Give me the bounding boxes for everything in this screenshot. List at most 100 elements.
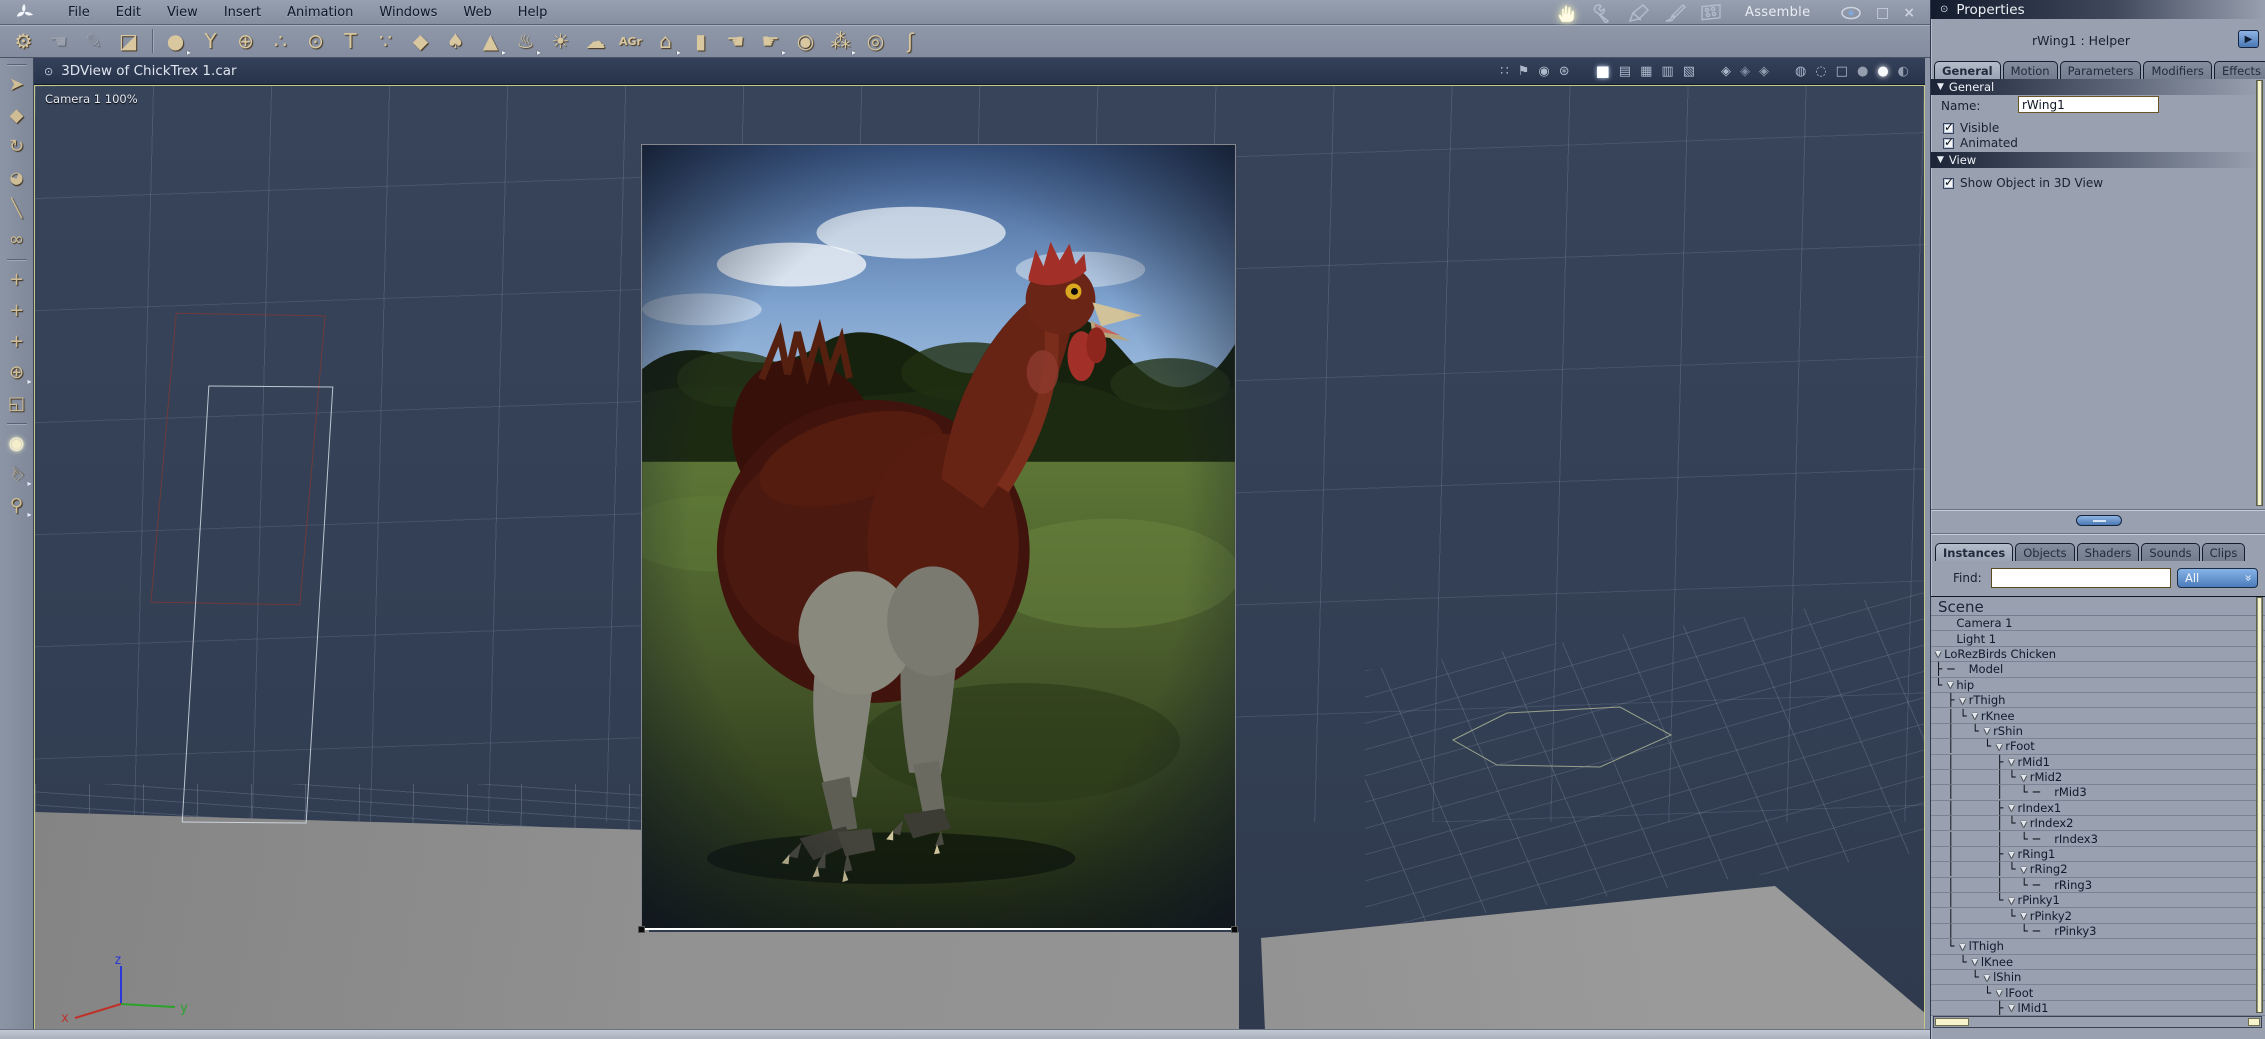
menu-item[interactable]: File [68, 5, 90, 20]
viewport-display-icon[interactable]: ⚑ [1518, 65, 1530, 78]
toolbar-tool-icon[interactable]: ☀ [543, 26, 578, 56]
viewport-display-icon[interactable]: ▥ [1661, 65, 1673, 78]
tree-row[interactable]: └ ▼ lKnee [1931, 955, 2265, 970]
left-tool-icon[interactable]: ◆ [2, 100, 32, 131]
visible-checkbox[interactable]: Visible [1943, 120, 1999, 135]
expand-triangle-icon[interactable]: ▼ [1996, 988, 2002, 997]
expand-triangle-icon[interactable]: ▼ [2008, 803, 2014, 812]
viewport-display-icon[interactable]: ◈ [1740, 65, 1750, 78]
hscroll-end[interactable] [2248, 1018, 2260, 1026]
tree-row[interactable]: │ │ └─ ▼ rRing3 [1931, 878, 2265, 894]
menu-item[interactable]: Animation [287, 5, 353, 20]
properties-tab[interactable]: General [1934, 61, 2001, 79]
texture-pen-icon[interactable] [1627, 3, 1651, 23]
expand-triangle-icon[interactable]: ▼ [2021, 865, 2027, 874]
properties-header[interactable]: ⊙ Properties [1931, 0, 2265, 19]
left-tool-icon[interactable]: ⊕ [2, 357, 32, 388]
left-tool-icon[interactable]: ☝ [2, 459, 31, 490]
menu-item[interactable]: Edit [116, 5, 141, 20]
general-section-header[interactable]: ▼ General [1931, 79, 2260, 95]
tree-row[interactable]: ├─ ▼ Model [1931, 662, 2265, 678]
tree-row[interactable]: │ │ └─ ▼ rIndex3 [1931, 831, 2265, 847]
tree-row[interactable]: │ └ ▼ rPinky2 [1931, 908, 2265, 924]
animated-checkbox[interactable]: Animated [1943, 135, 2018, 150]
left-tool-icon[interactable]: ╲ [2, 193, 32, 224]
tree-row[interactable]: │ └ ▼ rShin [1931, 724, 2265, 740]
browser-tab[interactable]: Sounds [2141, 543, 2200, 561]
filter-dropdown[interactable]: All » [2177, 568, 2258, 588]
bottom-scroll-strip[interactable] [0, 1029, 2265, 1039]
left-tool-icon[interactable] [2, 419, 32, 428]
viewport-display-icon[interactable]: ◍ [1795, 65, 1806, 78]
tree-row[interactable]: │ │ └─ ▼ rMid3 [1931, 785, 2265, 801]
toolbar-tool-icon[interactable]: T [333, 26, 368, 56]
render-film-icon[interactable] [1699, 3, 1723, 23]
expand-triangle-icon[interactable]: ▼ [1959, 942, 1965, 951]
tree-row[interactable]: └ ▼ lThigh [1931, 939, 2265, 955]
expand-triangle-icon[interactable]: ▼ [2021, 773, 2027, 782]
tree-row[interactable]: ├ ▼ rThigh [1931, 693, 2265, 709]
left-tool-icon[interactable]: + [2, 264, 32, 295]
toolbar-tool-icon[interactable]: ♠ [438, 26, 473, 56]
properties-scrollbar[interactable] [2256, 80, 2263, 506]
tree-row[interactable]: ▼ LoRezBirds Chicken [1931, 647, 2265, 663]
left-tool-icon[interactable] [2, 60, 32, 69]
browser-tab[interactable]: Clips [2201, 543, 2246, 561]
left-tool-icon[interactable]: ◉ [2, 428, 32, 459]
toolbar-tool-icon[interactable]: ∴ [263, 26, 298, 56]
toolbar-tool-icon[interactable]: ☛ [753, 26, 788, 57]
toolbar-tool-icon[interactable]: ♨ [508, 26, 543, 57]
panel-arrow-button[interactable]: ▶ [2238, 30, 2259, 48]
toolbar-tool-icon[interactable]: ⊕ [228, 26, 263, 56]
viewport-display-icon[interactable]: ▧ [1683, 65, 1695, 78]
toolbar-tool-icon[interactable]: ◉ [788, 26, 823, 56]
maximize-icon[interactable]: □ [1876, 6, 1889, 20]
wireframe-hexagon[interactable] [1435, 694, 1685, 778]
toolbar-tool-icon[interactable]: ▮ [683, 26, 718, 56]
left-tool-icon[interactable]: ◕ [2, 162, 32, 193]
panel-dot-icon[interactable]: ⊙ [1940, 4, 1948, 15]
browser-tab[interactable]: Shaders [2076, 543, 2140, 561]
tree-row[interactable]: │ └─ ▼ rPinky3 [1931, 924, 2265, 940]
expand-triangle-icon[interactable]: ▼ [2021, 911, 2027, 920]
menu-item[interactable]: Web [463, 5, 491, 20]
expand-triangle-icon[interactable]: ▼ [1935, 649, 1941, 658]
browser-tab[interactable]: Instances [1935, 543, 2014, 561]
left-tool-icon[interactable]: ↻ [2, 131, 32, 162]
left-tool-icon[interactable]: ◱ [2, 388, 32, 419]
browser-tab[interactable]: Objects [2015, 543, 2075, 561]
properties-tab[interactable]: Parameters [2059, 61, 2142, 79]
tree-row[interactable]: │ ├ ▼ rIndex1 [1931, 801, 2265, 817]
menu-item[interactable]: Insert [224, 5, 261, 20]
viewport-display-icon[interactable]: ● [1857, 65, 1868, 78]
toolbar-tool-icon[interactable]: ◆ [403, 26, 438, 56]
menu-item[interactable]: Help [518, 5, 548, 20]
viewport-display-icon[interactable]: ● [1877, 65, 1888, 78]
menu-item[interactable]: View [167, 5, 198, 20]
scene-root-label[interactable]: Scene [1931, 597, 2265, 616]
viewport-display-icon[interactable]: ◉ [1538, 65, 1549, 78]
toolbar-tool-icon[interactable]: ☁ [578, 26, 613, 56]
tree-row[interactable]: │ │└ ▼ rMid2 [1931, 770, 2265, 786]
tree-row[interactable]: │ ├ ▼ rMid1 [1931, 755, 2265, 770]
toolbar-tool-icon[interactable]: ✎ [76, 26, 111, 56]
viewport-display-icon[interactable]: ■ [1596, 64, 1610, 79]
left-tool-icon[interactable]: + [2, 326, 32, 357]
tree-row[interactable]: └ ▼ lShin [1931, 970, 2265, 986]
menu-item[interactable]: Windows [379, 5, 437, 20]
toolbar-tool-icon[interactable]: ◪ [111, 26, 146, 56]
left-tool-icon[interactable] [2, 255, 32, 264]
viewport-display-icon[interactable]: ◌ [1815, 65, 1826, 78]
toolbar-tool-icon[interactable]: ⁂ [823, 26, 858, 57]
name-input[interactable] [2018, 96, 2159, 113]
tree-hscrollbar[interactable] [1933, 1016, 2262, 1028]
expand-triangle-icon[interactable]: ▼ [1972, 711, 1978, 720]
find-input[interactable] [1991, 568, 2171, 588]
tree-row[interactable]: │ └ ▼ rPinky1 [1931, 893, 2265, 909]
left-tool-icon[interactable]: ➤ [2, 69, 32, 100]
shader-brush-icon[interactable] [1663, 3, 1687, 23]
eye-icon[interactable] [1840, 6, 1862, 20]
show-object-checkbox[interactable]: Show Object in 3D View [1943, 175, 2103, 190]
tree-row[interactable]: │ ├ ▼ rRing1 [1931, 847, 2265, 863]
expand-triangle-icon[interactable]: ▼ [2008, 896, 2014, 905]
